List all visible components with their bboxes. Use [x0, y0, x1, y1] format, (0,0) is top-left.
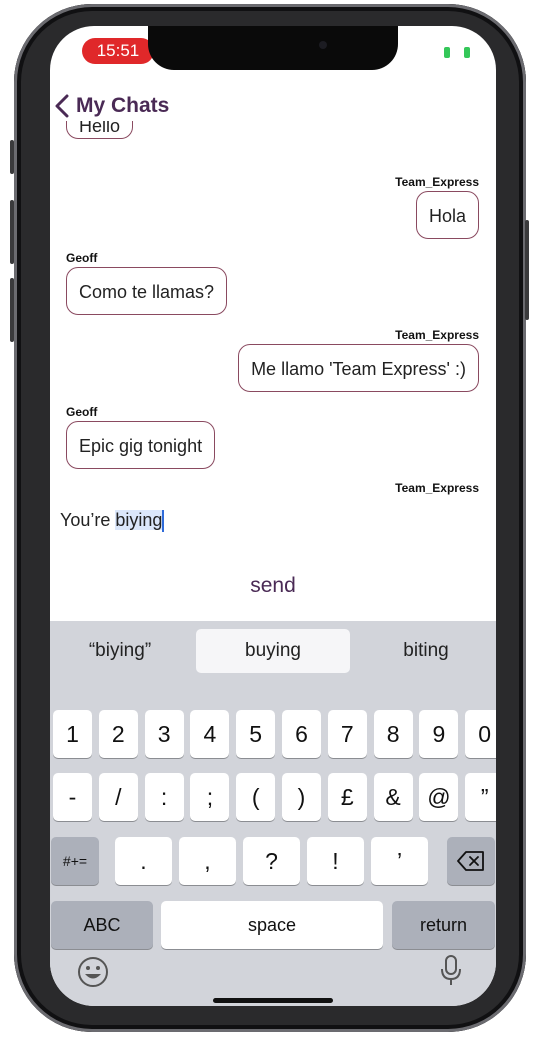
- key-row2-8[interactable]: @: [419, 773, 459, 821]
- battery-icon: [444, 46, 470, 59]
- key-row1-5[interactable]: 6: [282, 710, 321, 758]
- microphone-icon[interactable]: [440, 954, 462, 988]
- chat-message-list[interactable]: Hello Team_Express Hola Geoff Como te ll…: [50, 121, 496, 496]
- key-row2-6[interactable]: £: [327, 773, 367, 821]
- screen: 15:51 My Chats Hello Team_Express Hola G…: [50, 26, 496, 1006]
- key-row1-8[interactable]: 9: [419, 710, 459, 758]
- abc-key[interactable]: ABC: [51, 901, 153, 949]
- home-indicator: [213, 998, 333, 1003]
- message-left: Geoff Epic gig tonight: [66, 405, 216, 469]
- message-bubble: Hola: [415, 191, 479, 239]
- key-row1-0[interactable]: 1: [53, 710, 92, 758]
- message-bubble: Hello: [66, 121, 134, 139]
- message-sender: Team_Express: [395, 481, 479, 495]
- message-left: Geoff Como te llamas?: [66, 251, 228, 315]
- key-row3-3[interactable]: !: [307, 837, 364, 885]
- message-sender: Geoff: [66, 405, 98, 419]
- side-button-volume-up: [10, 200, 14, 264]
- side-button-mute: [10, 140, 14, 174]
- message-bubble: Como te llamas?: [66, 267, 228, 315]
- key-row2-2[interactable]: :: [144, 773, 184, 821]
- message-sender: Team_Express: [395, 175, 479, 189]
- keyboard-accessory-bar: [50, 946, 496, 1006]
- symbols-key[interactable]: #+=: [51, 837, 99, 885]
- message-right: Team_Express Hola: [395, 175, 479, 239]
- key-row2-7[interactable]: &: [373, 773, 413, 821]
- key-row1-2[interactable]: 3: [144, 710, 184, 758]
- key-row1-9[interactable]: 0: [465, 710, 496, 758]
- side-button-volume-down: [10, 278, 14, 342]
- message-sender: Geoff: [66, 251, 98, 265]
- key-row2-0[interactable]: -: [53, 773, 92, 821]
- back-button[interactable]: My Chats: [54, 88, 169, 124]
- key-row1-6[interactable]: 7: [327, 710, 367, 758]
- suggestion-biting[interactable]: biting: [356, 629, 496, 673]
- notch: [148, 26, 398, 70]
- key-row2-1[interactable]: /: [98, 773, 138, 821]
- key-row1-3[interactable]: 4: [190, 710, 230, 758]
- message-input-text: You’re: [60, 510, 116, 530]
- space-key[interactable]: space: [161, 901, 383, 949]
- message-left: Hello: [66, 121, 134, 139]
- return-key[interactable]: return: [392, 901, 495, 949]
- status-time: 15:51: [82, 38, 154, 64]
- side-button-power: [525, 220, 529, 320]
- message-right: Team_Express Me llamo 'Team Express' :): [238, 328, 479, 392]
- chevron-left-icon: [55, 94, 69, 118]
- message-input[interactable]: You’re biying: [60, 510, 165, 533]
- key-row3-4[interactable]: ’: [371, 837, 428, 885]
- selected-word: biying: [115, 510, 163, 530]
- message-sender: Team_Express: [395, 328, 479, 342]
- back-label: My Chats: [76, 94, 170, 117]
- key-row3-0[interactable]: .: [115, 837, 172, 885]
- key-row3-1[interactable]: ,: [179, 837, 236, 885]
- suggestion-original[interactable]: “biying”: [50, 629, 190, 673]
- send-button[interactable]: send: [50, 574, 496, 598]
- suggestion-buying[interactable]: buying: [196, 629, 350, 673]
- key-row2-9[interactable]: ”: [465, 773, 496, 821]
- key-row2-5[interactable]: ): [282, 773, 321, 821]
- key-row1-4[interactable]: 5: [236, 710, 276, 758]
- emoji-icon[interactable]: [77, 956, 109, 988]
- key-row2-4[interactable]: (: [236, 773, 276, 821]
- backspace-key[interactable]: [447, 837, 495, 885]
- key-row1-1[interactable]: 2: [98, 710, 138, 758]
- message-bubble: Epic gig tonight: [66, 421, 216, 469]
- key-row2-3[interactable]: ;: [190, 773, 230, 821]
- message-right: Team_Express: [395, 481, 479, 495]
- key-row3-2[interactable]: ?: [243, 837, 300, 885]
- backspace-icon: [457, 851, 484, 871]
- text-cursor: [162, 510, 165, 533]
- message-bubble: Me llamo 'Team Express' :): [238, 344, 479, 392]
- key-row1-7[interactable]: 8: [373, 710, 413, 758]
